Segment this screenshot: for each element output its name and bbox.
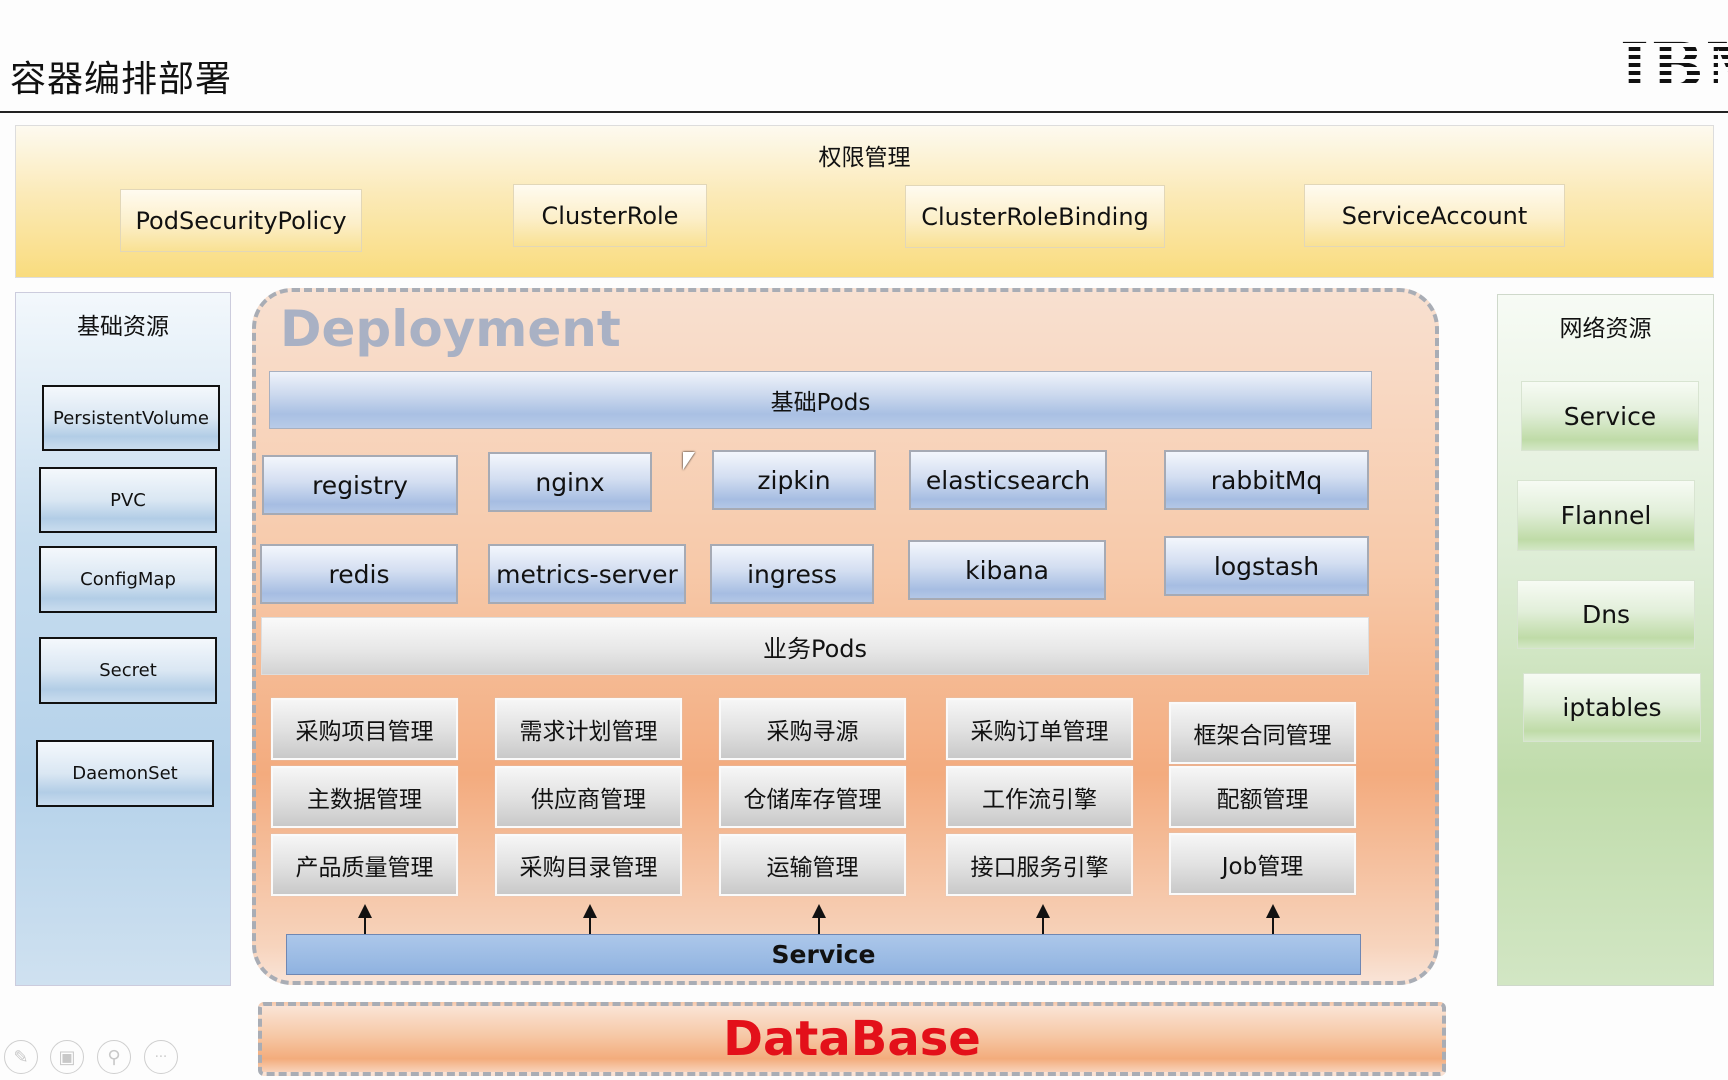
arrow-up-icon bbox=[583, 904, 597, 936]
arrow-up-icon bbox=[812, 904, 826, 936]
permissions-panel: 权限管理 PodSecurityPolicy ClusterRole Clust… bbox=[15, 125, 1714, 278]
biz-pod[interactable]: 采购目录管理 bbox=[495, 834, 682, 896]
biz-pod[interactable]: 仓储库存管理 bbox=[719, 766, 906, 828]
network-item-flannel[interactable]: Flannel bbox=[1517, 480, 1695, 551]
biz-pod[interactable]: 供应商管理 bbox=[495, 766, 682, 828]
biz-pod[interactable]: 接口服务引擎 bbox=[946, 834, 1133, 896]
pod-zipkin[interactable]: zipkin bbox=[712, 450, 876, 510]
biz-pod[interactable]: 采购项目管理 bbox=[271, 698, 458, 760]
biz-pod[interactable]: 配额管理 bbox=[1169, 766, 1356, 828]
resource-daemonset[interactable]: DaemonSet bbox=[36, 740, 214, 807]
pod-metrics-server[interactable]: metrics-server bbox=[488, 544, 686, 604]
network-resources-title: 网络资源 bbox=[1559, 316, 1652, 342]
slides-icon[interactable]: ▣ bbox=[50, 1040, 84, 1074]
pod-redis[interactable]: redis bbox=[260, 544, 458, 604]
arrow-up-icon bbox=[358, 904, 372, 936]
pod-rabbitmq[interactable]: rabbitMq bbox=[1164, 450, 1369, 510]
ibm-logo: IBM bbox=[1620, 38, 1728, 94]
biz-pod[interactable]: 产品质量管理 bbox=[271, 834, 458, 896]
resource-configmap[interactable]: ConfigMap bbox=[39, 546, 217, 613]
pod-elasticsearch[interactable]: elasticsearch bbox=[909, 450, 1107, 510]
biz-pod[interactable]: 主数据管理 bbox=[271, 766, 458, 828]
perm-item-clusterrole[interactable]: ClusterRole bbox=[513, 184, 707, 247]
perm-item-clusterrolebinding[interactable]: ClusterRoleBinding bbox=[905, 185, 1165, 248]
pod-nginx[interactable]: nginx bbox=[488, 452, 652, 512]
base-pods-header: 基础Pods bbox=[269, 371, 1372, 429]
deployment-container: Deployment 基础Pods registry nginx zipkin … bbox=[252, 288, 1439, 985]
pen-icon[interactable]: ✎ bbox=[4, 1040, 38, 1074]
header-divider bbox=[0, 111, 1728, 113]
network-resources-panel: 网络资源 Service Flannel Dns iptables bbox=[1497, 294, 1714, 986]
perm-item-podsecuritypolicy[interactable]: PodSecurityPolicy bbox=[120, 189, 362, 252]
network-item-dns[interactable]: Dns bbox=[1517, 580, 1695, 649]
page-title: 容器编排部署 bbox=[10, 59, 233, 100]
biz-pod[interactable]: 运输管理 bbox=[719, 834, 906, 896]
permissions-title: 权限管理 bbox=[818, 145, 911, 171]
network-item-iptables[interactable]: iptables bbox=[1523, 673, 1701, 742]
zoom-icon[interactable]: ⚲ bbox=[97, 1040, 131, 1074]
network-item-service[interactable]: Service bbox=[1521, 381, 1699, 451]
biz-pod[interactable]: Job管理 bbox=[1169, 833, 1356, 895]
resource-pvc[interactable]: PVC bbox=[39, 467, 217, 533]
resource-secret[interactable]: Secret bbox=[39, 637, 217, 704]
perm-item-serviceaccount[interactable]: ServiceAccount bbox=[1304, 184, 1565, 247]
resource-persistentvolume[interactable]: PersistentVolume bbox=[42, 385, 220, 451]
biz-pod[interactable]: 框架合同管理 bbox=[1169, 702, 1356, 764]
base-resources-panel: 基础资源 PersistentVolume PVC ConfigMap Secr… bbox=[15, 292, 231, 986]
more-icon[interactable]: ··· bbox=[144, 1040, 178, 1074]
biz-pod[interactable]: 采购寻源 bbox=[719, 698, 906, 760]
pod-kibana[interactable]: kibana bbox=[908, 540, 1106, 600]
deployment-title: Deployment bbox=[280, 300, 621, 358]
biz-pod[interactable]: 需求计划管理 bbox=[495, 698, 682, 760]
biz-pod[interactable]: 工作流引擎 bbox=[946, 766, 1133, 828]
service-bar[interactable]: Service bbox=[286, 934, 1361, 975]
biz-pod[interactable]: 采购订单管理 bbox=[946, 698, 1133, 760]
database-bar: DataBase bbox=[258, 1002, 1446, 1076]
arrow-up-icon bbox=[1266, 904, 1280, 936]
pod-logstash[interactable]: logstash bbox=[1164, 536, 1369, 596]
arrow-up-icon bbox=[1036, 904, 1050, 936]
base-resources-title: 基础资源 bbox=[77, 314, 169, 340]
business-pods-header: 业务Pods bbox=[261, 617, 1369, 675]
pod-registry[interactable]: registry bbox=[262, 455, 458, 515]
pod-ingress[interactable]: ingress bbox=[710, 544, 874, 604]
mouse-cursor-icon bbox=[683, 452, 695, 470]
